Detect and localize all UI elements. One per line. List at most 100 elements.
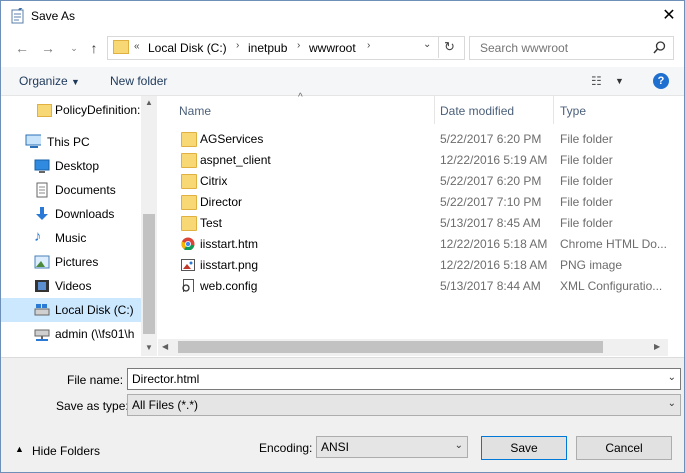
save-as-dialog: Save As ✕ ← → ⌄ ↑ « Local Disk (C:) › in… xyxy=(0,0,685,473)
sidebar-item-label: This PC xyxy=(47,135,90,149)
column-header-date-modified[interactable]: Date modified xyxy=(440,104,514,118)
sidebar-item-videos[interactable]: Videos xyxy=(1,274,141,298)
computer-icon xyxy=(25,134,41,148)
folder-icon xyxy=(181,216,197,231)
chevron-right-icon[interactable]: › xyxy=(297,40,300,51)
help-icon[interactable]: ? xyxy=(653,73,669,89)
sidebar-item-label: admin (\\fs01\h xyxy=(55,327,135,341)
file-row[interactable]: web.config 5/13/2017 8:44 AM XML Configu… xyxy=(174,276,684,296)
sidebar-item-desktop[interactable]: Desktop xyxy=(1,154,141,178)
forward-arrow-icon[interactable]: → xyxy=(39,39,57,57)
breadcrumb-local-disk[interactable]: Local Disk (C:) xyxy=(148,41,227,55)
config-icon xyxy=(182,279,194,292)
sidebar-item-label: Downloads xyxy=(55,207,115,221)
expand-arrow-icon[interactable]: ▲ xyxy=(15,444,24,454)
cancel-button[interactable]: Cancel xyxy=(576,436,672,460)
sidebar-item-policydefinitions[interactable]: PolicyDefinition: xyxy=(1,98,141,122)
dropdown-arrow-icon: ▼ xyxy=(71,77,80,87)
folder-icon xyxy=(181,174,197,189)
up-arrow-icon[interactable]: ↑ xyxy=(85,39,103,57)
close-button[interactable]: ✕ xyxy=(657,5,681,27)
organize-menu[interactable]: Organize ▼ xyxy=(19,74,80,88)
file-list: ^ Name Date modified Type AGServices 5/2… xyxy=(158,92,684,356)
save-as-type-select[interactable]: All Files (*.*) ⌄ xyxy=(127,394,681,416)
sidebar-item-label: Pictures xyxy=(55,255,99,269)
file-row[interactable]: aspnet_client 12/22/2016 5:19 AM File fo… xyxy=(174,150,684,170)
list-right-gutter xyxy=(668,96,684,356)
horizontal-scrollbar[interactable]: ◀ ▶ xyxy=(158,339,668,356)
sidebar-item-label: Music xyxy=(55,231,87,245)
column-header-type[interactable]: Type xyxy=(560,104,586,118)
scrollbar-thumb[interactable] xyxy=(143,214,155,334)
file-date: 5/13/2017 8:45 AM xyxy=(440,216,541,230)
sidebar-item-admin-drive[interactable]: admin (\\fs01\h xyxy=(1,322,141,346)
disk-icon xyxy=(34,304,50,316)
chevron-right-icon[interactable]: › xyxy=(367,40,370,51)
save-button[interactable]: Save xyxy=(481,436,567,460)
sidebar-item-label: Documents xyxy=(55,183,116,197)
file-row[interactable]: iisstart.png 12/22/2016 5:18 AM PNG imag… xyxy=(174,255,684,275)
sidebar-item-pictures[interactable]: Pictures xyxy=(1,250,141,274)
sidebar-item-label: Desktop xyxy=(55,159,100,173)
address-bar[interactable]: « Local Disk (C:) › inetpub › wwwroot › … xyxy=(107,36,465,60)
chevron-down-icon[interactable]: ⌄ xyxy=(668,372,676,383)
column-divider[interactable] xyxy=(434,96,435,124)
encoding-value: ANSI xyxy=(321,440,350,454)
pictures-icon xyxy=(34,255,50,269)
sidebar-item-downloads[interactable]: Downloads xyxy=(1,202,141,226)
folder-icon xyxy=(181,195,197,210)
search-icon[interactable] xyxy=(653,41,666,54)
scroll-up-arrow-icon[interactable]: ▲ xyxy=(145,98,153,107)
file-type: File folder xyxy=(560,132,613,146)
file-name-label: File name: xyxy=(67,373,124,387)
column-divider[interactable] xyxy=(553,96,554,124)
breadcrumb-inetpub[interactable]: inetpub xyxy=(248,41,287,55)
notepad-icon xyxy=(11,8,24,24)
new-folder-button[interactable]: New folder xyxy=(110,74,167,88)
chevron-down-icon[interactable]: ⌄ xyxy=(668,398,676,409)
file-name: iisstart.htm xyxy=(200,237,259,251)
image-icon xyxy=(181,259,195,271)
file-name: Citrix xyxy=(200,174,228,188)
videos-icon xyxy=(35,280,49,292)
file-name-field[interactable]: Director.html ⌄ xyxy=(127,368,681,390)
music-icon: ♪ xyxy=(34,228,42,245)
sidebar-item-local-disk[interactable]: Local Disk (C:) xyxy=(1,298,141,322)
file-type: File folder xyxy=(560,174,613,188)
file-row[interactable]: Citrix 5/22/2017 6:20 PM File folder xyxy=(174,171,684,191)
file-row[interactable]: AGServices 5/22/2017 6:20 PM File folder xyxy=(174,129,684,149)
file-date: 12/22/2016 5:18 AM xyxy=(440,258,548,272)
view-options-icon[interactable]: ☷ xyxy=(591,74,602,88)
scroll-right-arrow-icon[interactable]: ▶ xyxy=(654,342,660,351)
search-input[interactable] xyxy=(478,40,652,56)
search-box[interactable] xyxy=(469,36,674,60)
chevron-down-icon[interactable]: ⌄ xyxy=(455,440,463,451)
encoding-select[interactable]: ANSI ⌄ xyxy=(316,436,468,458)
navigation-scrollbar[interactable]: ▲ ▼ xyxy=(141,96,157,356)
file-name: Test xyxy=(200,216,223,230)
sidebar-item-documents[interactable]: Documents xyxy=(1,178,141,202)
hide-folders-button[interactable]: Hide Folders xyxy=(32,444,100,458)
breadcrumb-wwwroot[interactable]: wwwroot xyxy=(309,41,356,55)
file-type: File folder xyxy=(560,216,613,230)
recent-locations-chevron-icon[interactable]: ⌄ xyxy=(65,39,83,57)
back-arrow-icon[interactable]: ← xyxy=(13,39,31,57)
file-row[interactable]: Director 5/22/2017 7:10 PM File folder xyxy=(174,192,684,212)
chevron-right-icon[interactable]: › xyxy=(236,40,239,51)
refresh-icon[interactable]: ↻ xyxy=(444,39,455,55)
sidebar-item-this-pc[interactable]: This PC xyxy=(1,130,141,154)
sidebar-item-label: Videos xyxy=(55,279,92,293)
file-date: 5/13/2017 8:44 AM xyxy=(440,279,541,293)
overflow-chevron-icon[interactable]: « xyxy=(134,41,140,52)
scroll-down-arrow-icon[interactable]: ▼ xyxy=(145,343,153,352)
scrollbar-thumb[interactable] xyxy=(178,341,603,353)
scroll-left-arrow-icon[interactable]: ◀ xyxy=(162,342,168,351)
file-row[interactable]: iisstart.htm 12/22/2016 5:18 AM Chrome H… xyxy=(174,234,684,254)
file-type: PNG image xyxy=(560,258,623,272)
divider xyxy=(438,36,439,58)
sidebar-item-music[interactable]: ♪ Music xyxy=(1,226,141,250)
file-row[interactable]: Test 5/13/2017 8:45 AM File folder xyxy=(174,213,684,233)
chevron-down-icon[interactable]: ⌄ xyxy=(423,39,431,50)
dropdown-arrow-icon[interactable]: ▼ xyxy=(615,76,624,86)
column-header-name[interactable]: Name xyxy=(179,104,211,118)
